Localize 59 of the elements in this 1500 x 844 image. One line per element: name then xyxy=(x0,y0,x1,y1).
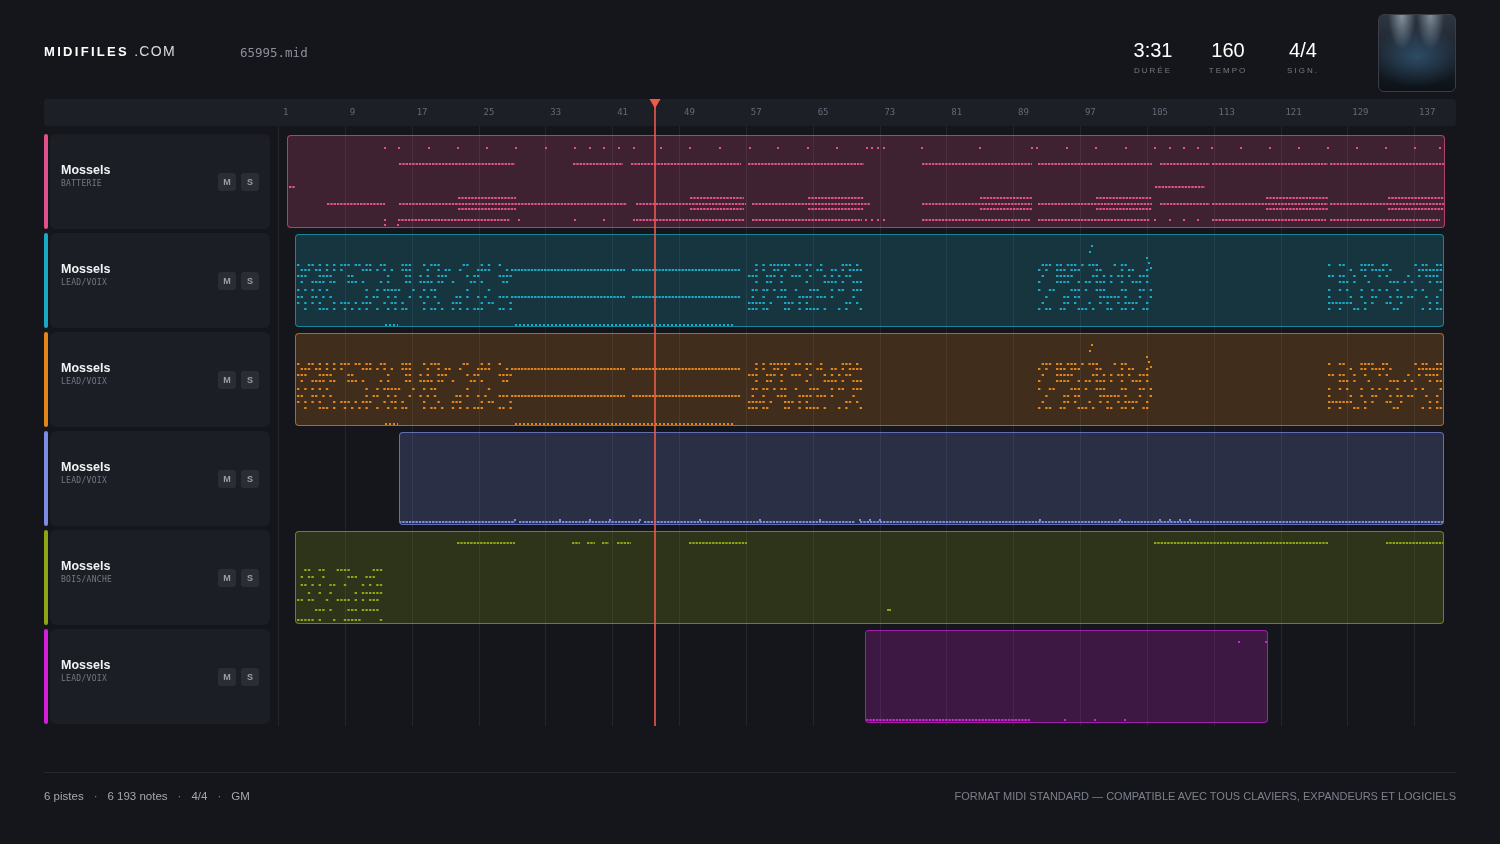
separator-dot: · xyxy=(217,789,222,803)
track-name: Mossels xyxy=(61,360,111,376)
bar-number: 81 xyxy=(951,107,963,118)
solo-button[interactable]: S xyxy=(241,271,259,290)
instrument-label: BOIS/ANCHE xyxy=(61,574,113,585)
stat-value: 3:31 xyxy=(1133,39,1173,61)
track-name: Mossels xyxy=(61,657,111,673)
instrument-label: LEAD/VOIX xyxy=(61,673,109,684)
mute-button[interactable]: M xyxy=(218,172,236,191)
format-note: FORMAT MIDI STANDARD — COMPATIBLE AVEC TOUS CLAVIERS, EXPANDEURS ET LOGICIELS xyxy=(954,789,1456,803)
summary-stat: 6 pistes xyxy=(44,789,84,803)
solo-button[interactable]: S xyxy=(241,172,259,191)
track-name: Mossels xyxy=(61,261,111,277)
bar-number: 73 xyxy=(884,107,896,118)
bar-number: 17 xyxy=(416,107,428,118)
bar-number: 113 xyxy=(1218,107,1235,118)
instrument-label: BATTERIE xyxy=(61,178,103,189)
mute-button[interactable]: M xyxy=(218,271,236,290)
bar-number: 137 xyxy=(1419,107,1436,118)
mute-button[interactable]: M xyxy=(218,568,236,587)
instrument-label: LEAD/VOIX xyxy=(61,277,109,288)
separator-dot: · xyxy=(177,789,182,803)
summary-stat: 4/4 xyxy=(191,789,208,803)
instrument-label: LEAD/VOIX xyxy=(61,376,109,387)
bar-number: 25 xyxy=(483,107,495,118)
bar-number: 9 xyxy=(349,107,356,118)
track-name: Mossels xyxy=(61,459,111,475)
mute-button[interactable]: M xyxy=(218,667,236,686)
bar-number: 121 xyxy=(1285,107,1302,118)
bar-number: 129 xyxy=(1352,107,1369,118)
bar-number: 33 xyxy=(550,107,562,118)
stat-value: 4/4 xyxy=(1289,39,1317,61)
bar-number: 57 xyxy=(750,107,762,118)
separator-dot: · xyxy=(93,789,98,803)
playhead[interactable] xyxy=(648,99,661,726)
stat-label: TEMPO xyxy=(1208,66,1248,76)
file-name: 65995.mid xyxy=(239,45,308,61)
summary-stat: 6 193 notes xyxy=(107,789,168,803)
mute-button[interactable]: M xyxy=(218,370,236,389)
bar-number: 97 xyxy=(1084,107,1096,118)
bar-number: 65 xyxy=(817,107,829,118)
stat-label: DURÉE xyxy=(1134,66,1172,76)
stat-label: SIGN. xyxy=(1287,66,1319,76)
solo-button[interactable]: S xyxy=(241,568,259,587)
bar-number: 41 xyxy=(617,107,628,118)
bar-number: 89 xyxy=(1018,107,1029,118)
bar-number: 1 xyxy=(283,107,289,118)
solo-button[interactable]: S xyxy=(241,667,259,686)
track-name: Mossels xyxy=(61,162,111,178)
site-logo[interactable]: MIDIFILES .COM xyxy=(44,42,176,61)
bar-number: 49 xyxy=(683,107,695,118)
solo-button[interactable]: S xyxy=(241,469,259,488)
track-name: Mossels xyxy=(61,558,112,574)
stat-value: 160 xyxy=(1211,39,1245,61)
solo-button[interactable]: S xyxy=(241,370,259,389)
bar-number: 105 xyxy=(1151,107,1169,118)
instrument-label: LEAD/VOIX xyxy=(61,475,109,486)
mute-button[interactable]: M xyxy=(218,469,236,488)
summary-stat: GM xyxy=(231,789,250,803)
